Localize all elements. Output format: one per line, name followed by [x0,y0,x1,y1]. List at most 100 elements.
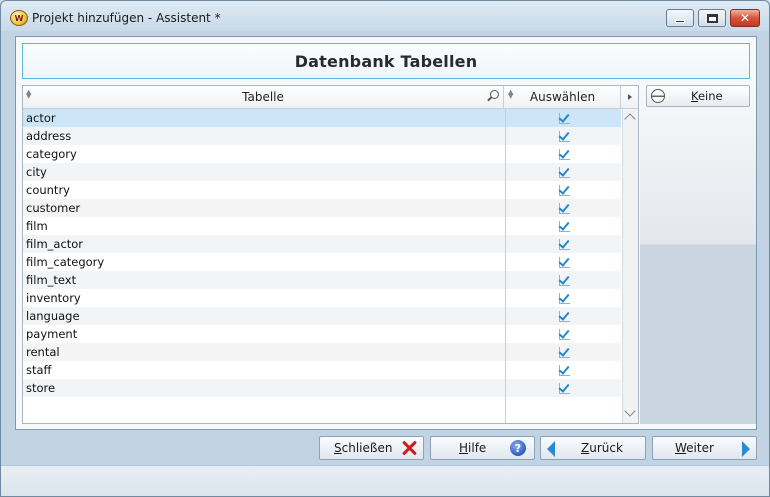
select-checkbox-cell[interactable] [505,181,621,199]
checkmark-icon[interactable] [558,202,570,214]
arrow-right-icon [742,441,750,457]
maximize-button[interactable] [698,9,726,27]
deselect-icon [651,89,665,103]
checkmark-icon[interactable] [558,310,570,322]
checkmark-icon[interactable] [558,184,570,196]
close-button-label: Schließen [334,441,392,455]
table-row[interactable]: rental [23,343,621,361]
checkmark-icon[interactable] [558,166,570,178]
close-window-button[interactable]: ✕ [730,9,760,27]
checkmark-icon[interactable] [558,364,570,376]
table-row[interactable]: city [23,163,621,181]
table-row[interactable]: customer [23,199,621,217]
select-checkbox-cell[interactable] [505,253,621,271]
checkmark-icon[interactable] [558,346,570,358]
checkmark-icon[interactable] [558,292,570,304]
search-icon[interactable] [490,90,499,99]
column-header-label: Auswählen [529,90,596,104]
table-name-cell: film_actor [26,237,84,251]
column-header-auswaehlen[interactable]: ▲ ▼ Auswählen [505,86,621,108]
select-checkbox-cell[interactable] [505,379,621,397]
checkmark-icon[interactable] [558,382,570,394]
checkmark-icon[interactable] [558,328,570,340]
label-rest: urück [589,441,623,455]
table-name-cell: category [26,147,77,161]
chevron-right-icon [628,94,632,100]
table-row[interactable]: film_actor [23,235,621,253]
sort-icon[interactable]: ▲ ▼ [508,89,513,100]
select-none-label: Keine [691,89,723,103]
close-icon: ✕ [739,11,751,25]
grid-header: ▲ ▼ Tabelle ▲ ▼ Auswählen [23,86,638,109]
table-row[interactable]: country [23,181,621,199]
table-row[interactable]: store [23,379,621,397]
next-button[interactable]: Weiter [652,436,757,460]
wizard-window: W Projekt hinzufügen - Assistent * ✕ Dat… [0,0,770,497]
accel-key: W [675,441,687,455]
back-button-label: Zurück [581,441,623,455]
table-row[interactable]: actor [23,109,621,127]
select-checkbox-cell[interactable] [505,307,621,325]
table-row[interactable]: payment [23,325,621,343]
table-row[interactable]: film_text [23,271,621,289]
select-checkbox-cell[interactable] [505,199,621,217]
select-checkbox-cell[interactable] [505,343,621,361]
next-button-label: Weiter [675,441,714,455]
app-icon[interactable]: W [10,10,28,26]
column-header-label: Tabelle [242,90,284,104]
vertical-scrollbar[interactable] [622,109,638,423]
scroll-down-icon[interactable] [624,405,636,417]
table-name-cell: country [26,183,70,197]
checkmark-icon[interactable] [558,238,570,250]
accel-key: H [459,441,469,455]
scroll-up-icon[interactable] [624,113,636,125]
checkmark-icon[interactable] [558,112,570,124]
button-bar: Schließen Hilfe ? Zurück Weiter [1,433,769,465]
column-chooser-button[interactable] [622,86,638,108]
table-row[interactable]: film_category [23,253,621,271]
select-checkbox-cell[interactable] [505,127,621,145]
select-checkbox-cell[interactable] [505,235,621,253]
accel-key: S [334,441,342,455]
checkmark-icon[interactable] [558,148,570,160]
table-row[interactable]: language [23,307,621,325]
minimize-button[interactable] [666,9,694,27]
select-checkbox-cell[interactable] [505,217,621,235]
table-name-cell: address [26,129,72,143]
status-bar [1,465,769,496]
title-bar[interactable]: W Projekt hinzufügen - Assistent * ✕ [1,1,769,35]
sort-icon[interactable]: ▲ ▼ [26,89,31,100]
table-row[interactable]: address [23,127,621,145]
select-checkbox-cell[interactable] [505,271,621,289]
table-name-cell: actor [26,111,56,125]
close-button[interactable]: Schließen [319,436,424,460]
table-name-cell: customer [26,201,81,215]
side-panel: Keine [640,85,756,424]
label-rest: chließen [341,441,393,455]
maximize-icon [706,13,718,23]
select-none-button[interactable]: Keine [646,85,750,107]
table-row[interactable]: film [23,217,621,235]
select-checkbox-cell[interactable] [505,289,621,307]
select-checkbox-cell[interactable] [505,325,621,343]
column-header-tabelle[interactable]: ▲ ▼ Tabelle [23,86,504,108]
table-name-cell: film_category [26,255,105,269]
accel-key: K [691,89,698,103]
table-row[interactable]: staff [23,361,621,379]
table-row[interactable]: inventory [23,289,621,307]
select-checkbox-cell[interactable] [505,145,621,163]
back-button[interactable]: Zurück [540,436,646,460]
table-row[interactable]: category [23,145,621,163]
checkmark-icon[interactable] [558,220,570,232]
checkmark-icon[interactable] [558,274,570,286]
accel-key: Z [581,441,590,455]
checkmark-icon[interactable] [558,130,570,142]
page-header: Datenbank Tabellen [22,43,750,79]
checkmark-icon[interactable] [558,256,570,268]
select-checkbox-cell[interactable] [505,109,621,127]
select-checkbox-cell[interactable] [505,163,621,181]
help-button[interactable]: Hilfe ? [430,436,535,460]
table-name-cell: film [26,219,48,233]
table-name-cell: city [26,165,47,179]
select-checkbox-cell[interactable] [505,361,621,379]
